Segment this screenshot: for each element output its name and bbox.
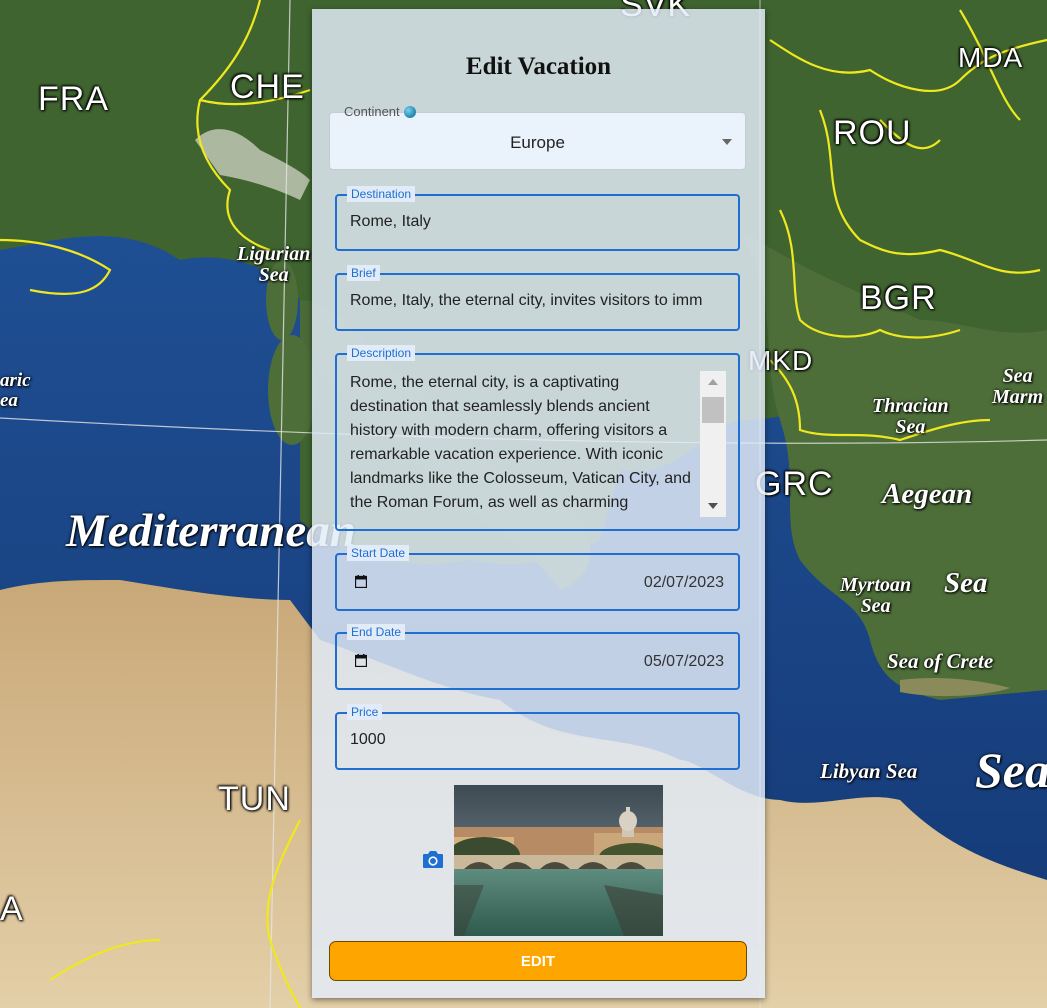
description-textarea[interactable]: Rome, the eternal city, is a captivating…	[350, 371, 700, 515]
description-field[interactable]: Description Rome, the eternal city, is a…	[335, 345, 740, 531]
price-input[interactable]: 1000	[350, 731, 726, 749]
edit-vacation-card: Edit Vacation Continent Europe Destinati…	[312, 9, 765, 998]
sea-label-aegean: Aegean	[882, 478, 973, 510]
sea-label-libyan: Libyan Sea	[820, 759, 918, 783]
continent-select[interactable]: Continent Europe	[329, 104, 746, 170]
sea-label-myrtoan: Myrtoan Sea	[840, 574, 912, 617]
chevron-down-icon[interactable]	[722, 139, 732, 145]
camera-icon[interactable]	[422, 849, 444, 869]
map-label-fra: FRA	[38, 80, 109, 118]
description-label: Description	[347, 345, 416, 361]
start-date-field[interactable]: Start Date 02/07/2023	[335, 545, 740, 611]
start-date-input[interactable]: 02/07/2023	[644, 574, 724, 592]
map-label-grc: GRC	[755, 465, 834, 503]
brief-field[interactable]: Brief Rome, Italy, the eternal city, inv…	[335, 265, 740, 331]
scroll-down-icon[interactable]	[708, 503, 718, 509]
continent-value: Europe	[510, 133, 565, 152]
destination-input[interactable]: Rome, Italy	[350, 213, 726, 231]
sea-label-sea-large: Sea	[975, 742, 1047, 798]
sea-label-thracian: Thracian Sea	[872, 395, 949, 438]
sea-label-ligurian: Ligurian Sea	[237, 243, 311, 286]
sea-label-marmara: Sea Marm	[992, 365, 1044, 408]
sea-label-balearic: aric ea	[0, 370, 31, 411]
calendar-icon[interactable]	[355, 654, 367, 667]
end-date-input[interactable]: 05/07/2023	[644, 653, 724, 671]
scroll-up-icon[interactable]	[708, 379, 718, 385]
map-label-tun: TUN	[218, 780, 291, 818]
destination-field[interactable]: Destination Rome, Italy	[335, 186, 740, 251]
sea-label-crete: Sea of Crete	[887, 649, 994, 673]
scroll-thumb[interactable]	[702, 397, 724, 423]
map-label-che: CHE	[230, 68, 305, 106]
map-label-rou: ROU	[833, 114, 912, 152]
edit-button[interactable]: EDIT	[329, 941, 747, 981]
price-field[interactable]: Price 1000	[335, 704, 740, 770]
brief-label: Brief	[347, 265, 380, 281]
page-title: Edit Vacation	[465, 53, 612, 80]
calendar-icon[interactable]	[355, 575, 367, 588]
description-scrollbar[interactable]	[700, 371, 726, 517]
vacation-image	[454, 785, 663, 936]
map-label-bgr: BGR	[860, 279, 937, 317]
destination-label: Destination	[347, 186, 416, 202]
map-label-a: A	[0, 890, 24, 928]
end-date-field[interactable]: End Date 05/07/2023	[335, 624, 740, 690]
end-date-label: End Date	[347, 624, 406, 640]
sea-label-sea: Sea	[944, 567, 988, 599]
brief-input[interactable]: Rome, Italy, the eternal city, invites v…	[350, 292, 726, 310]
continent-label: Continent	[340, 104, 420, 119]
price-label: Price	[347, 704, 383, 720]
start-date-label: Start Date	[347, 545, 410, 561]
map-label-mda: MDA	[958, 42, 1024, 73]
globe-icon	[403, 105, 416, 118]
